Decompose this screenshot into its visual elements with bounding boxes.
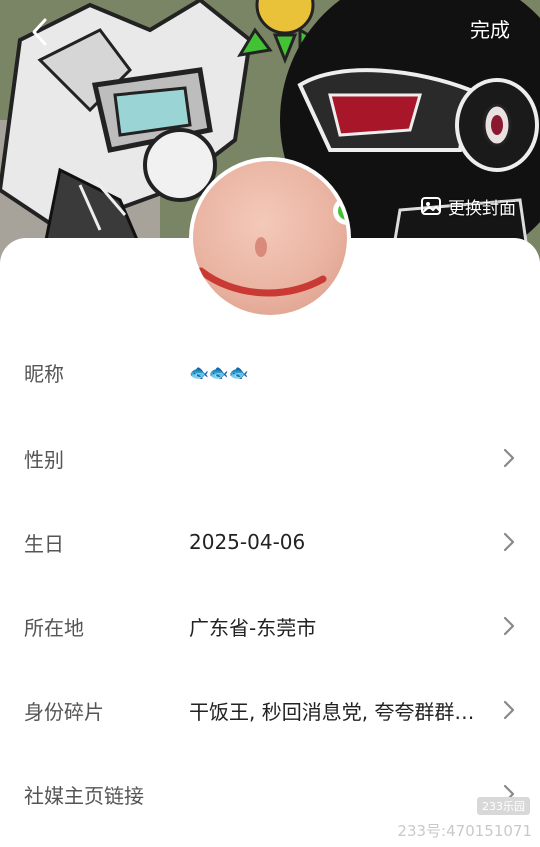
back-button[interactable] (18, 10, 62, 54)
birthday-value: 2025-04-06 (189, 530, 306, 554)
image-icon (421, 197, 441, 215)
watermark-badge: 233乐园 (477, 797, 530, 815)
chevron-right-icon (503, 700, 515, 720)
identity-tags-value: 干饭王, 秒回消息党, 夸夸群群… (189, 699, 475, 724)
identity-tags-label: 身份碎片 (24, 699, 104, 724)
location-value: 广东省-东莞市 (189, 615, 317, 640)
nickname-row[interactable]: 昵称 🐟🐟🐟 (0, 330, 540, 414)
watermark-text: 233号:470151071 (397, 822, 532, 840)
identity-tags-row[interactable]: 身份碎片 干饭王, 秒回消息党, 夸夸群群… (0, 668, 540, 752)
birthday-label: 生日 (24, 531, 64, 556)
location-row[interactable]: 所在地 广东省-东莞市 (0, 584, 540, 668)
change-cover-button[interactable]: 更换封面 (420, 192, 516, 220)
avatar[interactable] (189, 157, 351, 319)
chevron-right-icon (503, 532, 515, 552)
gender-row[interactable]: 性别 (0, 416, 540, 500)
gender-label: 性别 (24, 447, 64, 472)
location-label: 所在地 (24, 615, 84, 640)
chevron-right-icon (503, 616, 515, 636)
chevron-left-icon (32, 18, 47, 46)
change-cover-label: 更换封面 (448, 198, 516, 219)
avatar-image (193, 161, 347, 315)
birthday-row[interactable]: 生日 2025-04-06 (0, 500, 540, 584)
nickname-label: 昵称 (24, 361, 64, 386)
done-button[interactable]: 完成 (470, 14, 510, 46)
nickname-value: 🐟🐟🐟 (189, 362, 249, 382)
social-link-label: 社媒主页链接 (24, 783, 144, 808)
chevron-right-icon (503, 448, 515, 468)
